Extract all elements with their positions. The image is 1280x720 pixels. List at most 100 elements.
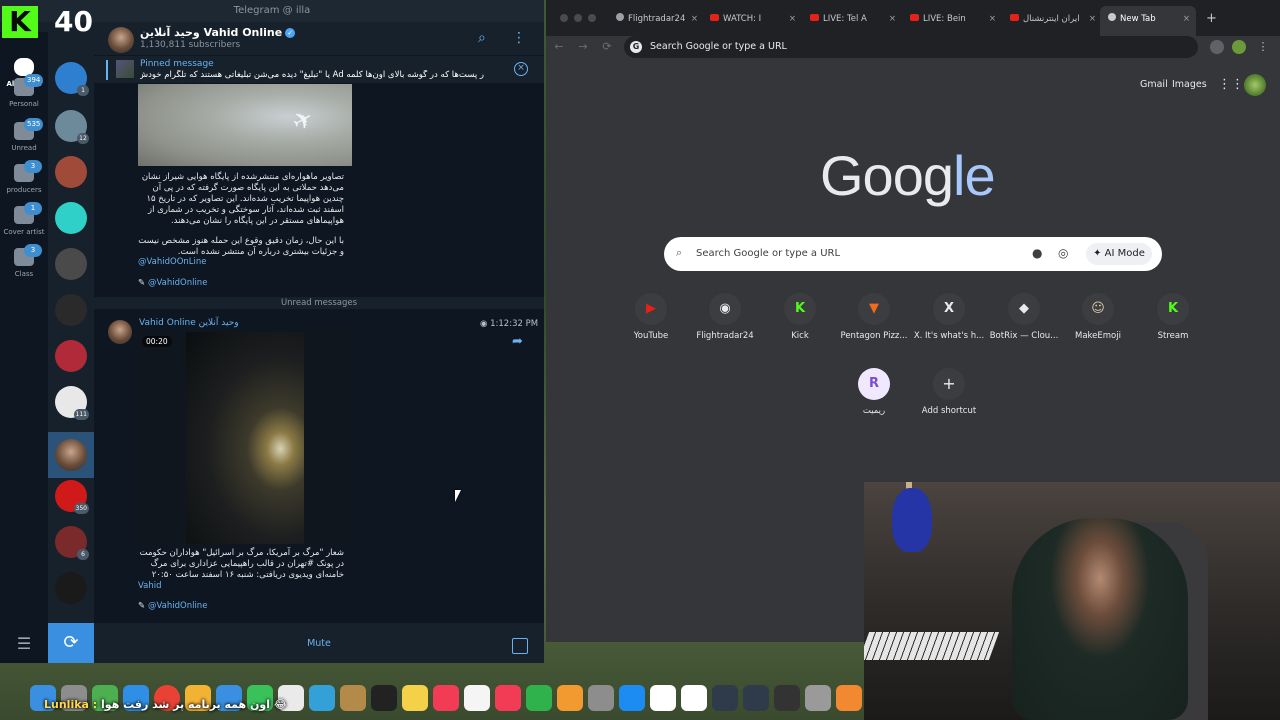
pinned-message-bar[interactable]: Pinned message ر پست‌ها که در گوشه بالای…	[94, 56, 544, 84]
close-icon[interactable]: ×	[989, 10, 996, 28]
appstore-icon[interactable]	[619, 685, 645, 711]
message-author[interactable]: Vahid Online وحید آنلاین	[139, 318, 239, 328]
calendar-icon[interactable]	[464, 685, 490, 711]
tool-icon[interactable]	[712, 685, 738, 711]
message-area[interactable]: ✈ تصاویر ماهواره‌ای منتشرشده از پایگاه ه…	[94, 84, 544, 623]
airplane-icon: ✈	[287, 103, 319, 138]
folder-personal[interactable]: 394 Personal	[0, 74, 48, 118]
reload-icon[interactable]: ⟳	[600, 40, 614, 54]
chat-avatar[interactable]	[55, 156, 87, 188]
tab-youtube-2[interactable]: LIVE: Tel A ×	[810, 10, 896, 28]
video-message[interactable]: 00:20	[138, 332, 352, 544]
chat-title[interactable]: وحید آنلاین Vahid Online ✓	[140, 26, 296, 39]
chat-avatar[interactable]: 350	[55, 480, 89, 514]
extension-icon[interactable]	[1210, 40, 1224, 54]
close-icon[interactable]: ×	[889, 10, 896, 28]
zoom-window-button[interactable]	[588, 14, 596, 22]
share-icon[interactable]: ➦	[512, 334, 523, 349]
message-text: شعار "مرگ بر آمریکا، مرگ بر اسرائیل" هوا…	[139, 548, 344, 580]
notes-icon[interactable]	[402, 685, 428, 711]
shortcut-pentagon-pizza[interactable]: ▼ Pentagon Pizz...	[834, 293, 914, 361]
calendar31-icon[interactable]	[681, 685, 707, 711]
files-icon[interactable]	[340, 685, 366, 711]
chat-avatar[interactable]	[55, 340, 87, 372]
tab-youtube-3[interactable]: LIVE: Bein ×	[910, 10, 996, 28]
tab-new-tab[interactable]: New Tab ×	[1100, 6, 1196, 36]
gift-icon[interactable]	[512, 638, 528, 654]
notion-icon[interactable]	[650, 685, 676, 711]
shortcut-kick[interactable]: K Kick	[760, 293, 840, 361]
more-icon[interactable]: ⋮	[512, 30, 528, 46]
close-icon[interactable]: ×	[1183, 6, 1190, 32]
chat-avatar-active[interactable]	[55, 439, 87, 471]
shortcut-makeemoji[interactable]: ☺ MakeEmoji	[1058, 293, 1138, 361]
tab-flightradar[interactable]: Flightradar24 ×	[616, 10, 698, 28]
minimize-window-button[interactable]	[574, 14, 582, 22]
apps-grid-icon[interactable]: ⋮⋮	[1218, 78, 1244, 92]
shortcut-remit[interactable]: R ریمیت	[834, 368, 914, 436]
folder-producers[interactable]: 3 producers	[0, 160, 48, 204]
shortcut-stream[interactable]: K Stream	[1133, 293, 1213, 361]
settings-sliders-icon[interactable]: ☰	[14, 636, 34, 652]
avatar[interactable]	[1244, 74, 1266, 96]
microphone-icon[interactable]: ●	[1032, 246, 1042, 260]
chat-avatar[interactable]: 111	[55, 386, 89, 420]
back-icon[interactable]: ←	[552, 40, 566, 54]
shortcut-flightradar[interactable]: ◉ Flightradar24	[685, 293, 765, 361]
chat-avatar[interactable]: 6	[55, 526, 89, 560]
satellite-image[interactable]: ✈	[138, 84, 352, 166]
shortcut-youtube[interactable]: ▶ YouTube	[611, 293, 691, 361]
search-input[interactable]: Search Google or type a URL	[696, 248, 840, 259]
chat-badge: 350	[73, 503, 89, 514]
close-icon[interactable]: ×	[1089, 10, 1096, 28]
appletv-icon[interactable]	[371, 685, 397, 711]
mute-button[interactable]: Mute	[94, 638, 544, 649]
music-icon[interactable]	[433, 685, 459, 711]
ai-mode-button[interactable]: ✦ AI Mode	[1086, 243, 1152, 265]
channel-link[interactable]: ✎ @VahidOnline	[138, 601, 207, 611]
refresh-icon[interactable]: ⟳	[48, 623, 94, 663]
avatar[interactable]	[108, 27, 134, 53]
search-icon[interactable]: ⌕	[478, 30, 494, 46]
menu-icon[interactable]: ⋮	[1256, 40, 1270, 54]
close-icon[interactable]: ×	[789, 10, 796, 28]
avatar[interactable]	[108, 320, 132, 344]
settings-icon[interactable]	[588, 685, 614, 711]
address-bar[interactable]: G Search Google or type a URL	[624, 36, 1198, 58]
numbers-icon[interactable]	[526, 685, 552, 711]
chat-avatar[interactable]: 12	[55, 110, 89, 144]
tool2-icon[interactable]	[743, 685, 769, 711]
flstudio-icon[interactable]	[836, 685, 862, 711]
chat-avatar[interactable]	[55, 294, 87, 326]
gmail-link[interactable]: Gmail	[1140, 79, 1168, 90]
pages-icon[interactable]	[557, 685, 583, 711]
close-window-button[interactable]	[560, 14, 568, 22]
chat-avatar[interactable]	[55, 248, 87, 280]
news-icon[interactable]	[495, 685, 521, 711]
folder-cover-artist[interactable]: 1 Cover artist	[0, 202, 48, 246]
mention-link[interactable]: @VahidOOnLine	[138, 257, 207, 267]
channel-link[interactable]: ✎ @VahidOnline	[138, 278, 207, 288]
obs-icon[interactable]	[774, 685, 800, 711]
chat-avatar[interactable]	[55, 202, 87, 234]
images-link[interactable]: Images	[1172, 79, 1207, 90]
chat-avatar[interactable]	[55, 572, 87, 604]
close-icon[interactable]: ×	[691, 10, 698, 28]
tab-youtube-4[interactable]: ایران اینترنشنال ×	[1010, 10, 1096, 28]
disk-icon[interactable]	[805, 685, 831, 711]
lens-icon[interactable]: ◎	[1058, 246, 1068, 260]
shortcut-x[interactable]: X X. It's what's h...	[909, 293, 989, 361]
folder-class[interactable]: 3 Class	[0, 244, 48, 288]
youtube-icon	[910, 14, 919, 21]
forward-icon[interactable]: →	[576, 40, 590, 54]
shortcut-botrix[interactable]: ◆ BotRix — Clou...	[984, 293, 1064, 361]
close-icon[interactable]: ×	[514, 62, 528, 76]
add-shortcut-button[interactable]: + Add shortcut	[909, 368, 989, 436]
folder-unread[interactable]: 535 Unread	[0, 118, 48, 162]
weather-icon[interactable]	[309, 685, 335, 711]
new-tab-plus-icon[interactable]: +	[1206, 10, 1217, 28]
tab-youtube-1[interactable]: WATCH: I ×	[710, 10, 796, 28]
chat-avatar[interactable]: 1	[55, 62, 89, 96]
profile-small-icon[interactable]	[1232, 40, 1246, 54]
ntp-search-box[interactable]: ⌕ Search Google or type a URL ● ◎ ✦ AI M…	[664, 237, 1162, 271]
